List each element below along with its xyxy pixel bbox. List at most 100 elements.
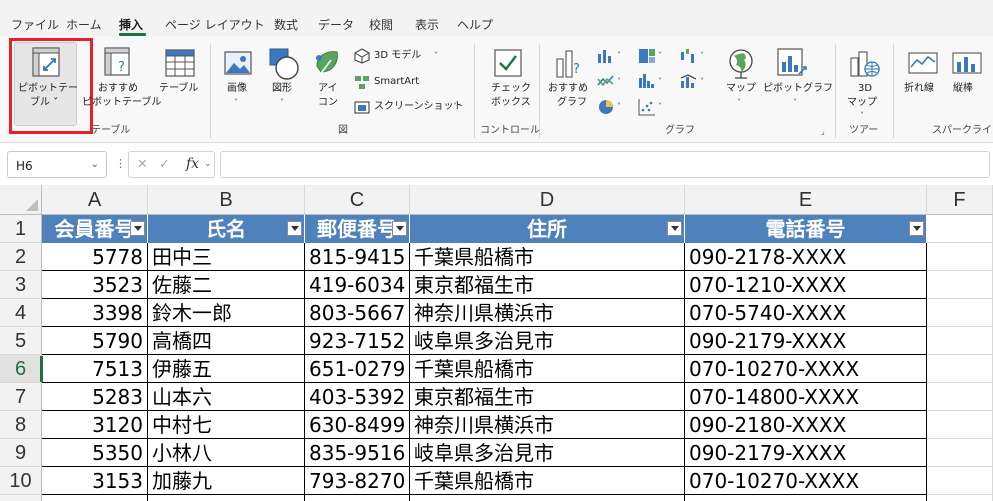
table-cell[interactable]: 793-8270 xyxy=(305,467,410,495)
filter-dropdown-icon[interactable] xyxy=(130,221,145,236)
table-cell[interactable]: 5790 xyxy=(42,327,148,355)
empty-cell[interactable] xyxy=(927,299,993,327)
row-header-partial[interactable] xyxy=(0,495,42,501)
empty-cell[interactable] xyxy=(305,495,410,501)
table-cell[interactable]: 東京都福生市 xyxy=(410,383,685,411)
more-options-icon[interactable]: ⋮ xyxy=(115,157,126,170)
row-header-5[interactable]: 5 xyxy=(0,327,42,355)
filter-dropdown-icon[interactable] xyxy=(287,221,302,236)
tab-data[interactable]: データ xyxy=(318,18,354,32)
table-cell[interactable]: 千葉県船橋市 xyxy=(410,243,685,271)
insert-function-button[interactable]: fx xyxy=(186,156,199,172)
table-cell[interactable]: 山本六 xyxy=(148,383,305,411)
smartart-button[interactable]: SmartArt xyxy=(374,76,419,88)
empty-cell[interactable] xyxy=(410,495,685,501)
table-cell[interactable]: 加藤九 xyxy=(148,467,305,495)
tab-view[interactable]: 表示 xyxy=(415,18,439,32)
sparkline-column-icon[interactable] xyxy=(952,52,982,76)
table-cell[interactable]: 070-10270-XXXX xyxy=(685,467,927,495)
column-header-c[interactable]: C xyxy=(305,185,410,215)
row-header-8[interactable]: 8 xyxy=(0,411,42,439)
empty-cell[interactable] xyxy=(685,495,927,501)
recommended-pivot-icon[interactable]: ? xyxy=(104,47,134,79)
empty-cell[interactable] xyxy=(927,439,993,467)
table-cell[interactable]: 3398 xyxy=(42,299,148,327)
table-cell[interactable]: 090-2179-XXXX xyxy=(685,327,927,355)
row-header-3[interactable]: 3 xyxy=(0,271,42,299)
table-cell[interactable]: 419-6034 xyxy=(305,271,410,299)
row-header-2[interactable]: 2 xyxy=(0,243,42,271)
table-cell[interactable]: 070-10270-XXXX xyxy=(685,355,927,383)
column-header-e[interactable]: E xyxy=(685,185,927,215)
column-header-f[interactable]: F xyxy=(927,185,993,215)
hierarchy-chart-icon[interactable] xyxy=(638,48,656,64)
filter-dropdown-icon[interactable] xyxy=(667,221,682,236)
empty-cell[interactable] xyxy=(927,271,993,299)
checkbox-icon[interactable] xyxy=(494,49,522,77)
header-cell[interactable]: 電話番号 xyxy=(685,215,927,243)
empty-cell[interactable] xyxy=(927,411,993,439)
3d-model-button[interactable]: 3D モデル xyxy=(374,50,421,62)
empty-cell[interactable] xyxy=(927,243,993,271)
row-header-6[interactable]: 6 xyxy=(0,355,42,383)
table-cell[interactable]: 835-9516 xyxy=(305,439,410,467)
formula-input[interactable] xyxy=(220,151,990,178)
empty-cell[interactable] xyxy=(927,467,993,495)
shapes-icon[interactable] xyxy=(268,47,300,81)
filter-dropdown-icon[interactable] xyxy=(909,221,924,236)
table-cell[interactable]: 815-9415 xyxy=(305,243,410,271)
table-cell[interactable]: 小林八 xyxy=(148,439,305,467)
table-cell[interactable]: 高橋四 xyxy=(148,327,305,355)
table-cell[interactable]: 中村七 xyxy=(148,411,305,439)
table-cell[interactable]: 岐阜県多治見市 xyxy=(410,327,685,355)
table-cell[interactable]: 070-14800-XXXX xyxy=(685,383,927,411)
charts-dialog-launcher[interactable]: ⌟ xyxy=(821,126,825,138)
table-cell[interactable]: 630-8499 xyxy=(305,411,410,439)
table-cell[interactable]: 070-5740-XXXX xyxy=(685,299,927,327)
waterfall-chart-icon[interactable] xyxy=(680,48,698,64)
table-cell[interactable]: 千葉県船橋市 xyxy=(410,355,685,383)
table-icon[interactable] xyxy=(165,49,195,77)
combo-chart-icon[interactable] xyxy=(680,73,698,89)
tab-formulas[interactable]: 数式 xyxy=(274,18,298,32)
table-cell[interactable]: 鈴木一郎 xyxy=(148,299,305,327)
column-header-d[interactable]: D xyxy=(410,185,685,215)
empty-cell[interactable] xyxy=(927,383,993,411)
cancel-icon[interactable]: ✕ xyxy=(137,157,148,172)
row-header-10[interactable]: 10 xyxy=(0,467,42,495)
table-cell[interactable]: 923-7152 xyxy=(305,327,410,355)
column-chart-icon[interactable] xyxy=(597,48,615,64)
table-cell[interactable]: 神奈川県横浜市 xyxy=(410,411,685,439)
screenshot-button[interactable]: スクリーンショット xyxy=(374,101,464,113)
table-cell[interactable]: 佐藤二 xyxy=(148,271,305,299)
row-header-9[interactable]: 9 xyxy=(0,439,42,467)
empty-cell[interactable] xyxy=(927,215,993,243)
table-cell[interactable]: 651-0279 xyxy=(305,355,410,383)
line-chart-icon[interactable] xyxy=(597,73,615,89)
table-cell[interactable]: 5778 xyxy=(42,243,148,271)
table-cell[interactable]: 東京都福生市 xyxy=(410,271,685,299)
tab-review[interactable]: 校閲 xyxy=(369,18,393,32)
table-cell[interactable]: 3523 xyxy=(42,271,148,299)
empty-cell[interactable] xyxy=(927,355,993,383)
tab-file[interactable]: ファイル xyxy=(11,18,59,32)
table-cell[interactable]: 岐阜県多治見市 xyxy=(410,439,685,467)
pie-chart-icon[interactable] xyxy=(597,98,615,116)
pivot-chart-icon[interactable] xyxy=(777,48,809,80)
sparkline-line-icon[interactable] xyxy=(908,52,938,76)
table-cell[interactable]: 090-2180-XXXX xyxy=(685,411,927,439)
confirm-icon[interactable]: ✓ xyxy=(159,157,170,172)
name-box[interactable]: H6 ⌄ xyxy=(7,151,107,178)
tab-page-layout[interactable]: ページ レイアウト xyxy=(165,18,265,32)
table-cell[interactable]: 千葉県船橋市 xyxy=(410,467,685,495)
table-cell[interactable]: 090-2179-XXXX xyxy=(685,439,927,467)
empty-cell[interactable] xyxy=(927,495,993,501)
select-all-button[interactable] xyxy=(0,185,42,215)
picture-icon[interactable] xyxy=(224,51,252,77)
table-cell[interactable]: 伊藤五 xyxy=(148,355,305,383)
3d-map-icon[interactable] xyxy=(849,48,881,80)
table-cell[interactable]: 5283 xyxy=(42,383,148,411)
recommended-charts-icon[interactable]: ? xyxy=(555,47,585,79)
tab-insert[interactable]: 挿入 xyxy=(119,18,143,32)
scatter-chart-icon[interactable] xyxy=(638,98,656,116)
